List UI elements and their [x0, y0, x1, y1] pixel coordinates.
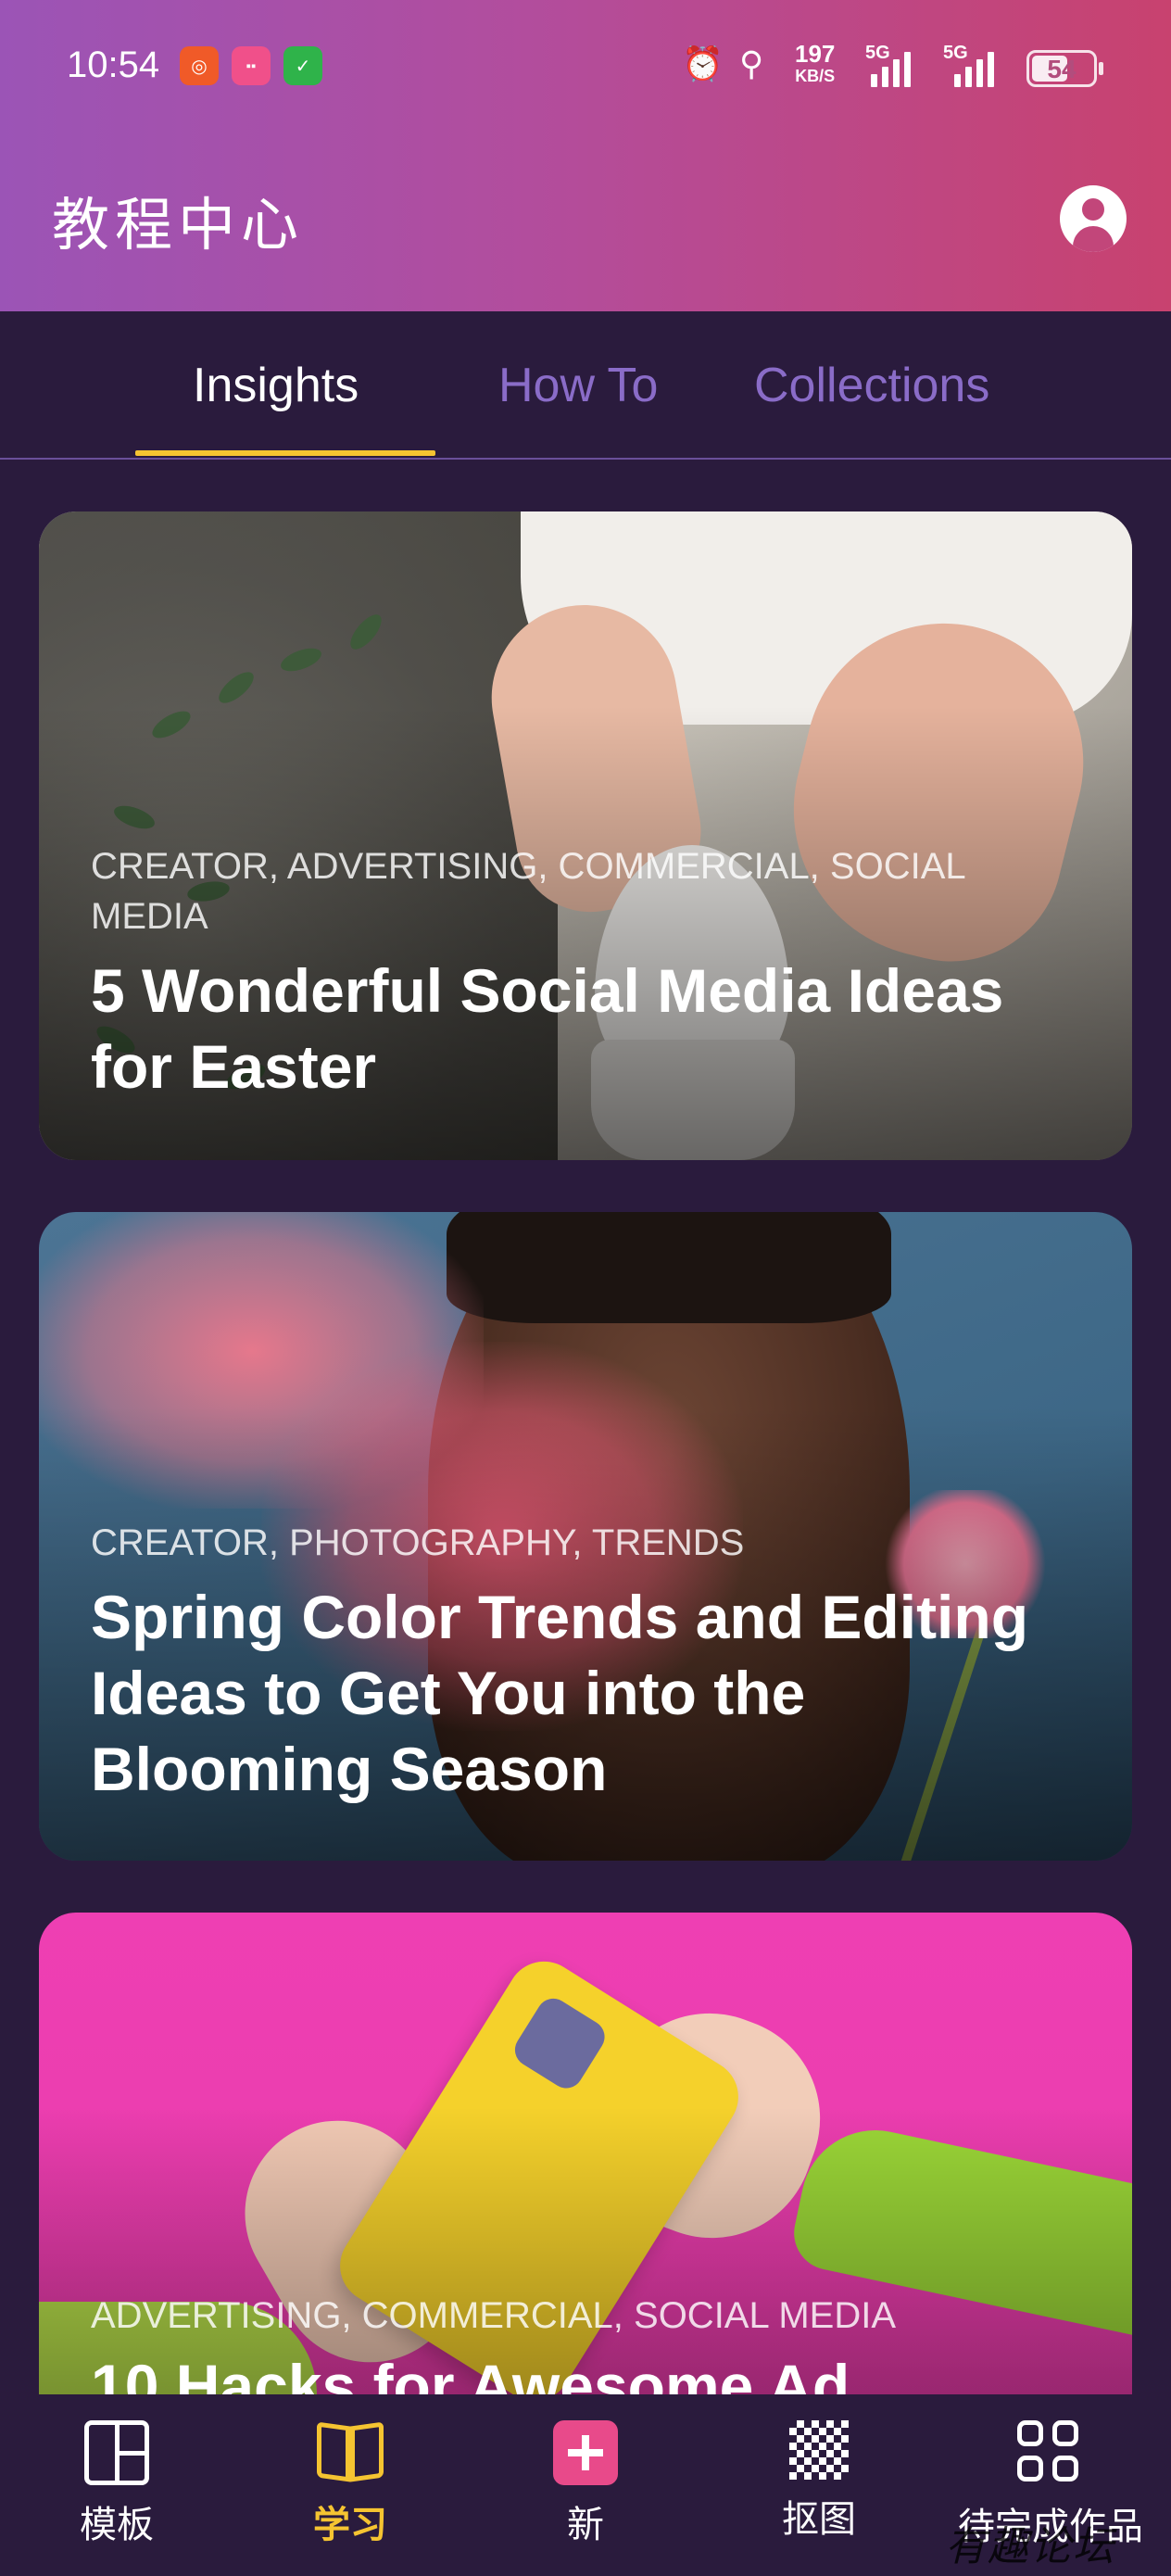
grid-icon	[1017, 2420, 1084, 2487]
card-title: Spring Color Trends and Editing Ideas to…	[91, 1583, 1029, 1803]
active-tab-indicator	[135, 450, 435, 456]
app-screen: 10:54 ◎ ▪▪ ✓ ⏰ ⚲ 197 KB/S 5G 5G 54 教程中心	[0, 0, 1171, 2576]
card-categories: CREATOR, PHOTOGRAPHY, TRENDS	[91, 1522, 745, 1563]
page-title: 教程中心	[52, 191, 305, 259]
nav-item-learn[interactable]: 学习	[258, 2420, 443, 2548]
article-card[interactable]: ADVERTISING, COMMERCIAL, SOCIAL MEDIA 10…	[39, 1913, 1132, 2394]
article-card[interactable]: CREATOR, ADVERTISING, COMMERCIAL, SOCIAL…	[39, 511, 1132, 1160]
nav-item-new[interactable]: 新	[493, 2420, 678, 2548]
header: 10:54 ◎ ▪▪ ✓ ⏰ ⚲ 197 KB/S 5G 5G 54 教程中心	[0, 0, 1171, 311]
status-bar: 10:54 ◎ ▪▪ ✓ ⏰ ⚲ 197 KB/S 5G 5G 54	[0, 0, 1171, 139]
nav-item-label: 模板	[80, 2505, 154, 2545]
user-icon[interactable]	[1060, 185, 1127, 252]
watermark: 有趣论坛	[945, 2523, 1115, 2570]
signal-icon	[871, 46, 911, 87]
article-card[interactable]: CREATOR, PHOTOGRAPHY, TRENDS Spring Colo…	[39, 1212, 1132, 1861]
network-speed-unit: KB/S	[795, 67, 836, 85]
notification-app-icon: ▪▪	[232, 46, 271, 85]
card-title: 10 Hacks for Awesome Ad	[91, 2352, 850, 2394]
tab-insights[interactable]: Insights	[193, 358, 359, 413]
alarm-icon: ⏰	[682, 44, 724, 82]
location-icon: ⚲	[739, 44, 764, 82]
cutout-icon	[789, 2420, 849, 2480]
card-categories: ADVERTISING, COMMERCIAL, SOCIAL MEDIA	[91, 2295, 897, 2336]
network-speed: 197 KB/S	[795, 40, 836, 87]
tab-bar: Insights How To Collections	[0, 311, 1171, 460]
nav-item-label: 学习	[313, 2505, 387, 2545]
template-icon	[84, 2420, 149, 2485]
status-time: 10:54	[67, 44, 160, 85]
book-icon	[315, 2420, 385, 2485]
nav-item-label: 抠图	[782, 2499, 856, 2540]
article-feed[interactable]: CREATOR, ADVERTISING, COMMERCIAL, SOCIAL…	[0, 461, 1171, 2394]
nav-item-cutout[interactable]: 抠图	[726, 2420, 912, 2543]
battery-level: 54	[1047, 55, 1077, 83]
network-speed-value: 197	[795, 40, 836, 68]
notification-app-icon: ◎	[180, 46, 219, 85]
battery-icon: 54	[1026, 50, 1103, 87]
tab-how-to[interactable]: How To	[498, 358, 658, 413]
card-title: 5 Wonderful Social Media Ideas for Easte…	[91, 956, 1004, 1101]
nav-item-templates[interactable]: 模板	[24, 2420, 209, 2548]
signal-icon	[954, 46, 994, 87]
notification-app-icon: ✓	[283, 46, 322, 85]
card-categories: CREATOR, ADVERTISING, COMMERCIAL, SOCIAL…	[91, 846, 965, 937]
tab-collections[interactable]: Collections	[754, 358, 989, 413]
nav-item-label: 新	[567, 2505, 604, 2545]
card-image-detail	[447, 1212, 891, 1323]
add-icon	[553, 2420, 618, 2485]
